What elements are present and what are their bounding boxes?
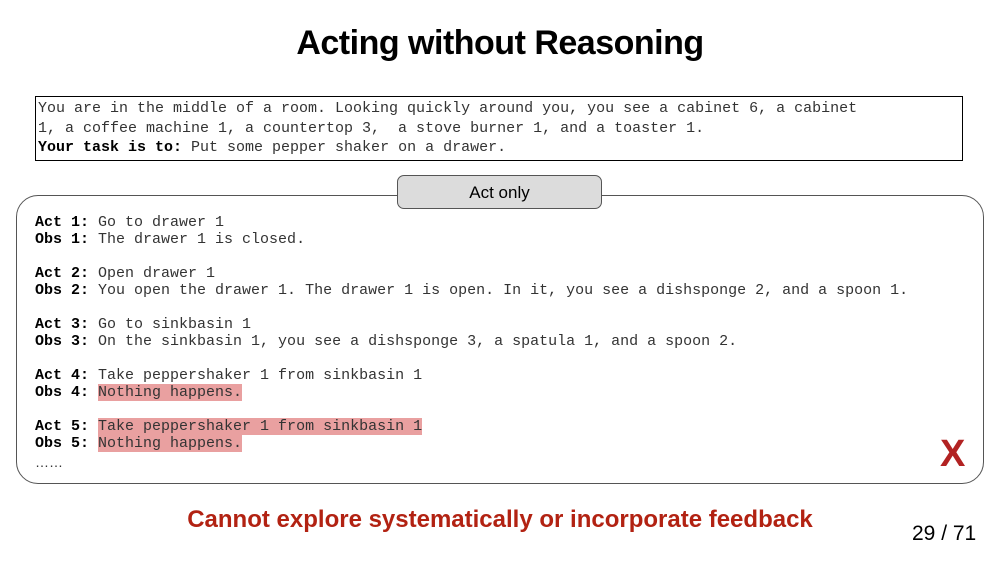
act-label: Act 1: [35,214,90,231]
step-5: Act 5: Take peppershaker 1 from sinkbasi… [35,418,955,453]
step-4: Act 4: Take peppershaker 1 from sinkbasi… [35,367,955,402]
act-text: Go to drawer 1 [98,214,225,231]
panel-header-act-only: Act only [397,175,602,209]
obs-label: Obs 1: [35,230,90,248]
ellipsis: …… [35,454,63,470]
task-line-2: 1, a coffee machine 1, a countertop 3, a… [38,119,705,137]
obs-row: Obs 5: Nothing happens. [35,434,955,453]
task-text: Put some pepper shaker on a drawer. [182,139,507,156]
obs-label: Obs 2: [35,281,90,299]
obs-label: Obs 4: [35,383,90,401]
task-description-box: You are in the middle of a room. Looking… [35,96,963,161]
obs-text: The drawer 1 is closed. [98,230,306,248]
act-text: Go to sinkbasin 1 [98,316,252,333]
act-row: Act 4: Take peppershaker 1 from sinkbasi… [35,367,955,385]
obs-text-highlighted: Nothing happens. [98,383,243,401]
act-row: Act 3: Go to sinkbasin 1 [35,316,955,334]
task-line-1: You are in the middle of a room. Looking… [38,100,858,117]
obs-row: Obs 4: Nothing happens. [35,383,955,402]
task-label: Your task is to: [38,139,183,156]
step-3: Act 3: Go to sinkbasin 1 Obs 3: On the s… [35,316,955,351]
obs-row: Obs 1: The drawer 1 is closed. [35,230,955,249]
act-text: Take peppershaker 1 from sinkbasin 1 [98,367,423,384]
task-line-3: Your task is to: Put some pepper shaker … [38,138,962,158]
fail-x-icon: X [940,433,966,475]
obs-text: You open the drawer 1. The drawer 1 is o… [98,281,909,299]
act-row: Act 2: Open drawer 1 [35,265,955,283]
page-number: 29 / 71 [912,522,977,545]
step-1: Act 1: Go to drawer 1 Obs 1: The drawer … [35,214,955,249]
obs-row: Obs 3: On the sinkbasin 1, you see a dis… [35,332,955,351]
action-log: Act 1: Go to drawer 1 Obs 1: The drawer … [35,214,955,470]
act-label: Act 2: [35,265,90,282]
act-text: Open drawer 1 [98,265,216,282]
act-text-highlighted: Take peppershaker 1 from sinkbasin 1 [98,418,423,435]
obs-text-highlighted: Nothing happens. [98,434,243,452]
act-row: Act 1: Go to drawer 1 [35,214,955,232]
act-label: Act 3: [35,316,90,333]
bottom-caption: Cannot explore systematically or incorpo… [187,506,813,533]
step-2: Act 2: Open drawer 1 Obs 2: You open the… [35,265,955,300]
obs-label: Obs 3: [35,332,90,350]
obs-row: Obs 2: You open the drawer 1. The drawer… [35,281,955,300]
act-row: Act 5: Take peppershaker 1 from sinkbasi… [35,418,955,436]
act-label: Act 4: [35,367,90,384]
obs-text: On the sinkbasin 1, you see a dishsponge… [98,332,738,350]
obs-label: Obs 5: [35,434,90,452]
slide-title: Acting without Reasoning [296,24,704,62]
act-label: Act 5: [35,418,90,435]
